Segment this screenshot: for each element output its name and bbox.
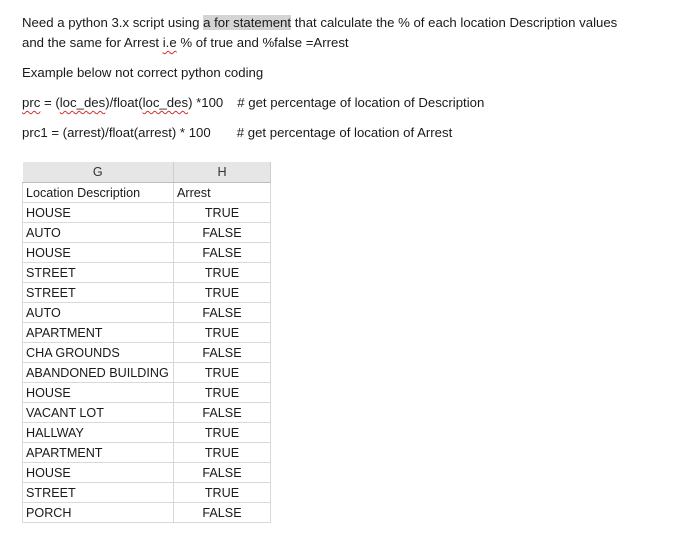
cell-arrest[interactable]: FALSE [173, 402, 271, 423]
cell-arrest[interactable]: FALSE [173, 462, 271, 483]
cell-arrest[interactable]: TRUE [173, 282, 271, 303]
table-row: AUTO FALSE [22, 302, 271, 323]
question-text: that calculate the % of each location De… [291, 15, 618, 30]
cell-arrest[interactable]: TRUE [173, 322, 271, 343]
table-row: APARTMENT TRUE [22, 322, 271, 343]
table-row: VACANT LOT FALSE [22, 402, 271, 423]
code-var: prc [22, 95, 41, 110]
code-line-2: prc1 = (arrest)/float(arrest) * 100 # get… [22, 123, 452, 143]
cell-arrest[interactable]: TRUE [173, 482, 271, 503]
column-header-g[interactable]: G [22, 162, 174, 183]
cell-location[interactable]: AUTO [22, 302, 174, 323]
table-row: AUTO FALSE [22, 222, 271, 243]
cell-location[interactable]: STREET [22, 482, 174, 503]
cell-location[interactable]: HOUSE [22, 382, 174, 403]
field-header-row: Location Description Arrest [22, 182, 271, 203]
cell-arrest[interactable]: FALSE [173, 222, 271, 243]
cell-location[interactable]: STREET [22, 282, 174, 303]
question-text: % of true and %false =Arrest [176, 35, 349, 50]
table-row: STREET TRUE [22, 482, 271, 503]
highlighted-text: a for statement [203, 15, 292, 30]
cell-location[interactable]: VACANT LOT [22, 402, 174, 423]
header-arrest[interactable]: Arrest [173, 182, 271, 203]
table-row: HOUSE FALSE [22, 462, 271, 483]
cell-location[interactable]: APARTMENT [22, 442, 174, 463]
table-row: STREET TRUE [22, 262, 271, 283]
cell-location[interactable]: CHA GROUNDS [22, 342, 174, 363]
header-location-description[interactable]: Location Description [22, 182, 174, 203]
table-row: HOUSE TRUE [22, 382, 271, 403]
cell-arrest[interactable]: TRUE [173, 202, 271, 223]
spellcheck-word: i.e [162, 35, 177, 50]
question-line-2: and the same for Arrest i.e % of true an… [22, 33, 349, 53]
table-row: HOUSE FALSE [22, 242, 271, 263]
cell-arrest[interactable]: FALSE [173, 302, 271, 323]
table-row: HALLWAY TRUE [22, 422, 271, 443]
table-row: ABANDONED BUILDING TRUE [22, 362, 271, 383]
code-arg: loc_des [142, 95, 189, 110]
code-text: prc1 = (arrest)/float(arrest) * 100 [22, 125, 211, 140]
code-comment: # get percentage of location of Descript… [237, 95, 485, 110]
cell-location[interactable]: HOUSE [22, 242, 174, 263]
table-row: APARTMENT TRUE [22, 442, 271, 463]
code-comment: # get percentage of location of Arrest [236, 125, 453, 140]
cell-arrest[interactable]: TRUE [173, 262, 271, 283]
table-row: HOUSE TRUE [22, 202, 271, 223]
code-text: )/float( [105, 95, 143, 110]
cell-location[interactable]: PORCH [22, 502, 174, 523]
cell-location[interactable]: HOUSE [22, 462, 174, 483]
spreadsheet-table: G H Location Description Arrest HOUSE TRU… [22, 162, 271, 523]
cell-arrest[interactable]: TRUE [173, 442, 271, 463]
table-row: PORCH FALSE [22, 502, 271, 523]
cell-location[interactable]: HOUSE [22, 202, 174, 223]
cell-arrest[interactable]: TRUE [173, 362, 271, 383]
question-text: and the same for Arrest [22, 35, 163, 50]
column-header-row: G H [22, 162, 271, 183]
cell-arrest[interactable]: FALSE [173, 342, 271, 363]
code-arg: loc_des [59, 95, 106, 110]
question-text: Need a python 3.x script using [22, 15, 204, 30]
cell-location[interactable]: APARTMENT [22, 322, 174, 343]
cell-location[interactable]: HALLWAY [22, 422, 174, 443]
cell-arrest[interactable]: FALSE [173, 242, 271, 263]
code-text: = ( [40, 95, 60, 110]
question-line-1: Need a python 3.x script using a for sta… [22, 13, 617, 33]
example-intro: Example below not correct python coding [22, 65, 264, 80]
table-row: CHA GROUNDS FALSE [22, 342, 271, 363]
cell-location[interactable]: STREET [22, 262, 174, 283]
cell-arrest[interactable]: TRUE [173, 422, 271, 443]
cell-location[interactable]: ABANDONED BUILDING [22, 362, 174, 383]
cell-arrest[interactable]: TRUE [173, 382, 271, 403]
cell-arrest[interactable]: FALSE [173, 502, 271, 523]
cell-location[interactable]: AUTO [22, 222, 174, 243]
code-text: ) *100 [188, 95, 224, 110]
column-header-h[interactable]: H [173, 162, 271, 183]
code-line-1: prc = (loc_des)/float(loc_des) *100 # get… [22, 93, 484, 113]
table-row: STREET TRUE [22, 282, 271, 303]
